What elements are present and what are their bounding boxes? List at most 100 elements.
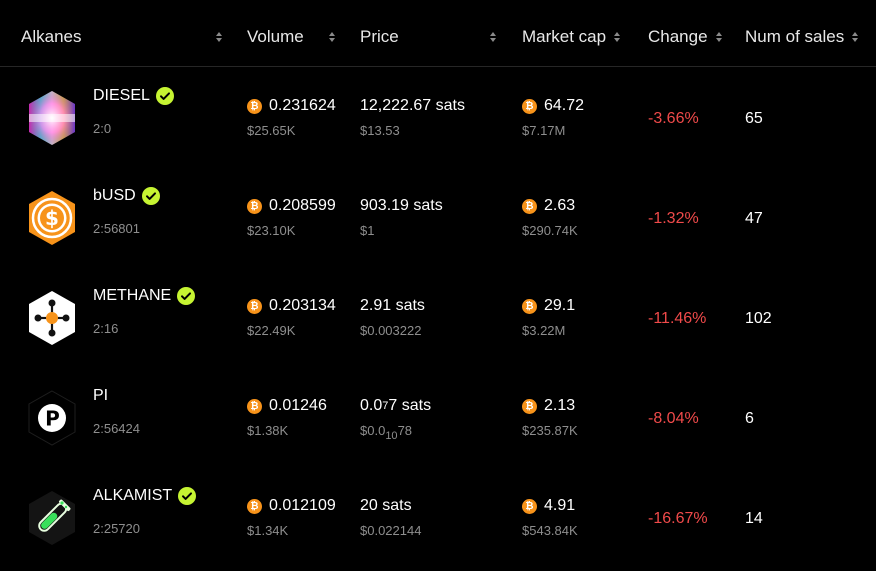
- token-name-label: ALKAMIST: [93, 487, 173, 504]
- table-header: Alkanes Volume Price Market cap Change N…: [0, 0, 876, 67]
- volume-usd: $25.65K: [247, 123, 296, 138]
- change-value: -8.04%: [648, 410, 699, 427]
- market-cap-btc: ₿ 64.72: [522, 97, 584, 115]
- verified-check-icon: [155, 87, 174, 105]
- market-cap-btc: ₿ 2.63: [522, 197, 575, 215]
- verified-check-icon: [178, 487, 197, 505]
- num-sales-value: 14: [745, 510, 763, 527]
- price-usd: $0.003222: [360, 323, 422, 338]
- volume-btc-value: 0.01246: [269, 397, 327, 414]
- price-sats: 12,222.67 sats: [360, 97, 465, 114]
- sort-icon[interactable]: [614, 32, 621, 42]
- header-change[interactable]: Change: [648, 26, 722, 48]
- table-row[interactable]: ALKAMIST 2:25720 ₿ 0.012109 $1.34K 20 sat…: [0, 470, 876, 570]
- sort-icon[interactable]: [852, 32, 859, 42]
- token-name-label: bUSD: [93, 187, 136, 204]
- sort-icon[interactable]: [490, 32, 496, 42]
- bitcoin-icon: ₿: [247, 198, 262, 214]
- market-cap-btc-value: 64.72: [544, 97, 585, 114]
- dollar-coin-logo-icon: $: [24, 190, 80, 246]
- header-price-label: Price: [360, 27, 399, 46]
- bitcoin-icon: ₿: [522, 98, 537, 114]
- token-name[interactable]: METHANE: [93, 287, 196, 305]
- header-price[interactable]: Price: [360, 26, 500, 48]
- token-name-label: DIESEL: [93, 87, 150, 104]
- bitcoin-icon: ₿: [247, 298, 262, 314]
- market-cap-btc-value: 29.1: [544, 297, 576, 314]
- volume-btc: ₿ 0.208599: [247, 197, 336, 215]
- volume-btc: ₿ 0.012109: [247, 497, 336, 515]
- volume-btc: ₿ 0.203134: [247, 297, 336, 315]
- bitcoin-icon: ₿: [247, 398, 262, 414]
- bitcoin-icon: ₿: [247, 98, 262, 114]
- token-name-label: PI: [93, 387, 109, 404]
- header-volume-label: Volume: [247, 27, 304, 46]
- token-id: 2:16: [93, 321, 119, 336]
- verified-check-icon: [177, 287, 196, 305]
- table-row[interactable]: $ bUSD 2:56801 ₿ 0.208599 $23.10K 903.19 …: [0, 170, 876, 270]
- table-row[interactable]: P PI 2:56424 ₿ 0.01246 $1.38K 0.0 7 7 sats …: [0, 370, 876, 470]
- token-id: 2:56801: [93, 221, 140, 236]
- header-alkanes[interactable]: Alkanes: [21, 26, 227, 48]
- header-market-cap-label: Market cap: [522, 27, 607, 46]
- num-sales-value: 102: [745, 310, 772, 327]
- change-value: -3.66%: [648, 110, 699, 127]
- price-usd-prefix: $0.0: [360, 423, 386, 438]
- volume-usd: $22.49K: [247, 323, 296, 338]
- token-name-label: METHANE: [93, 287, 172, 304]
- diesel-hex-logo-icon: [24, 90, 80, 146]
- price-sats: 20 sats: [360, 497, 412, 514]
- price-sats: 2.91 sats: [360, 297, 425, 314]
- change-value: -1.32%: [648, 210, 699, 227]
- price-usd-zero-count: 10: [385, 430, 398, 442]
- header-volume[interactable]: Volume: [247, 26, 341, 48]
- price-sats-suffix: 7 sats: [388, 397, 432, 414]
- table-row[interactable]: METHANE 2:16 ₿ 0.203134 $22.49K 2.91 sats…: [0, 270, 876, 370]
- header-market-cap[interactable]: Market cap: [522, 26, 621, 48]
- market-cap-usd: $3.22M: [522, 323, 566, 338]
- token-name[interactable]: ALKAMIST: [93, 487, 197, 505]
- bitcoin-icon: ₿: [522, 398, 537, 414]
- bitcoin-icon: ₿: [247, 498, 262, 514]
- price-usd: $0.01078: [360, 423, 412, 442]
- table-row[interactable]: DIESEL 2:0 ₿ 0.231624 $25.65K 12,222.67 s…: [0, 70, 876, 170]
- num-sales-value: 65: [745, 110, 763, 127]
- letter-p-logo-icon: P: [24, 390, 80, 446]
- price-sats: 903.19 sats: [360, 197, 443, 214]
- bitcoin-icon: ₿: [522, 198, 537, 214]
- token-name[interactable]: DIESEL: [93, 87, 174, 105]
- market-cap-btc-value: 2.13: [544, 397, 576, 414]
- price-usd: $13.53: [360, 123, 400, 138]
- num-sales-value: 47: [745, 210, 763, 227]
- verified-check-icon: [141, 187, 160, 205]
- price-sats: 0.0 7 7 sats: [360, 397, 431, 415]
- bitcoin-icon: ₿: [522, 498, 537, 514]
- svg-text:$: $: [45, 206, 59, 230]
- volume-usd: $1.38K: [247, 423, 289, 438]
- volume-btc-value: 0.231624: [269, 97, 336, 114]
- volume-usd: $23.10K: [247, 223, 296, 238]
- molecule-logo-icon: [24, 290, 80, 346]
- header-num-sales[interactable]: Num of sales: [745, 26, 859, 48]
- market-cap-btc-value: 4.91: [544, 497, 576, 514]
- price-usd: $1: [360, 223, 375, 238]
- sort-icon[interactable]: [216, 32, 222, 42]
- sort-icon[interactable]: [329, 32, 335, 42]
- market-cap-btc: ₿ 2.13: [522, 397, 575, 415]
- num-sales-value: 6: [745, 410, 754, 427]
- market-cap-usd: $235.87K: [522, 423, 578, 438]
- volume-btc-value: 0.203134: [269, 297, 336, 314]
- volume-btc: ₿ 0.01246: [247, 397, 327, 415]
- header-change-label: Change: [648, 27, 708, 46]
- price-sats-prefix: 0.0: [360, 397, 383, 414]
- volume-btc-value: 0.208599: [269, 197, 336, 214]
- market-cap-btc: ₿ 29.1: [522, 297, 575, 315]
- token-id: 2:25720: [93, 521, 140, 536]
- volume-usd: $1.34K: [247, 523, 289, 538]
- price-usd: $0.022144: [360, 523, 422, 538]
- token-name[interactable]: PI: [93, 387, 108, 405]
- sort-icon[interactable]: [715, 32, 722, 42]
- market-cap-usd: $290.74K: [522, 223, 578, 238]
- volume-btc-value: 0.012109: [269, 497, 336, 514]
- token-name[interactable]: bUSD: [93, 187, 160, 205]
